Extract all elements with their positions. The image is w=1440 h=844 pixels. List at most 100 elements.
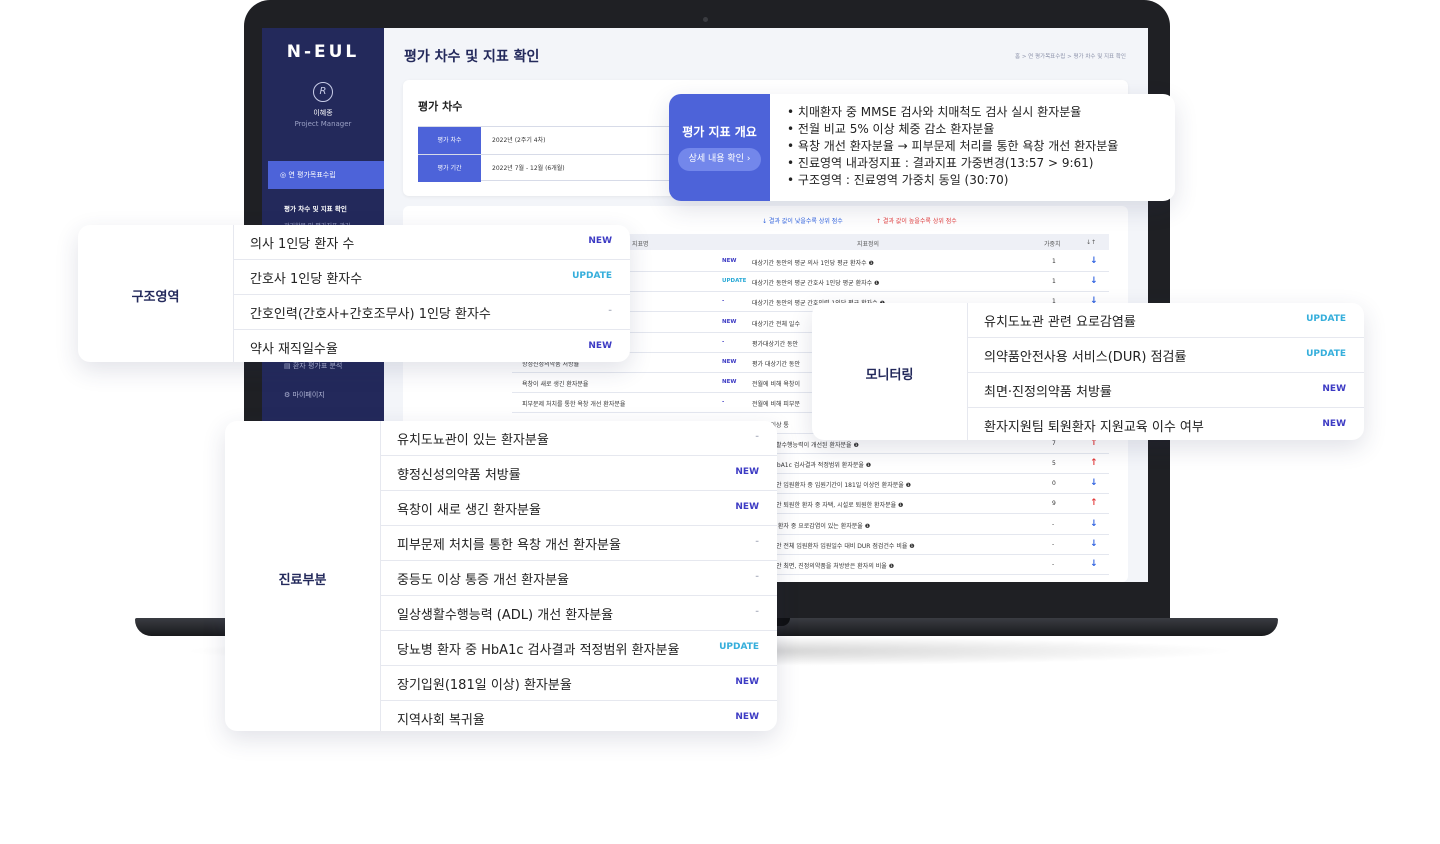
row-weight: 5 [1052, 460, 1056, 467]
monitoring-row[interactable]: 유치도뇨관 관련 요로감염률 UPDATE [968, 303, 1364, 338]
indicator-name: 당뇨병 환자 중 HbA1c 검사결과 적정범위 환자분율 [397, 643, 680, 658]
indicator-name: 최면·진정의약품 처방률 [984, 385, 1112, 400]
row-definition: 대상기간 동안의 평균 간호사 1인당 평균 환자수 ❶ [752, 280, 880, 288]
sidebar-item-label: 환자 평가표 분석 [292, 362, 343, 370]
overview-panel: 평가 지표 개요 상세 내용 확인 › [669, 94, 770, 201]
row-weight: 1 [1052, 278, 1056, 286]
sidebar-item-mypage[interactable]: ⚙ 마이페이지 [284, 390, 325, 400]
row-weight: 0 [1052, 480, 1056, 488]
monitoring-row[interactable]: 의약품안전사용 서비스(DUR) 점검률 UPDATE [968, 338, 1364, 373]
arrow-down-icon: ↓ [1090, 518, 1098, 529]
legend-high: ↑ 결과 값이 높을수록 상위 점수 [876, 218, 957, 225]
row-weight: - [1052, 540, 1055, 548]
detail-button[interactable]: 상세 내용 확인 › [678, 148, 761, 171]
indicator-name: 유치도뇨관 관련 요로감염률 [984, 315, 1136, 330]
row-weight: - [1052, 561, 1055, 568]
indicator-name: 일상생활수행능력 (ADL) 개선 환자분율 [397, 608, 614, 623]
status-badge: NEW [735, 467, 759, 477]
overview-popup: 평가 지표 개요 상세 내용 확인 › 치매환자 중 MMSE 검사와 치매척도… [669, 94, 1175, 201]
sidebar-item-analysis[interactable]: ▤ 환자 평가표 분석 [284, 361, 342, 371]
sidebar-sub-round[interactable]: 평가 차수 및 지표 확인 [284, 203, 347, 213]
arrow-down-icon: ↓ [1090, 256, 1098, 266]
row-weight: 9 [1052, 500, 1056, 508]
indicator-name: 간호사 1인당 환자수 [250, 272, 363, 287]
indicator-name: 유치도뇨관이 있는 환자분율 [397, 433, 549, 448]
round-row: 평가 차수 2022년 (2주기 4차) [418, 126, 670, 154]
row-badge: NEW [722, 318, 737, 325]
status-badge: - [755, 607, 759, 617]
indicator-name: 피부문제 처치를 통한 욕창 개선 환자분율 [397, 538, 621, 553]
row-badge: - [722, 399, 725, 406]
structure-row[interactable]: 간호인력(간호사+간호조무사) 1인당 환자수 - [234, 295, 630, 330]
structure-label: 구조영역 [78, 225, 234, 362]
row-definition: 대상기간 동안의 평균 의사 1인당 평균 환자수 ❶ [752, 260, 874, 267]
status-badge: NEW [735, 502, 759, 512]
arrow-down-icon: ↓ [1090, 276, 1098, 287]
indicator-name: 중등도 이상 통증 개선 환자분율 [397, 573, 570, 588]
indicator-name: 환자지원팀 퇴원환자 지원교육 이수 여부 [984, 420, 1204, 435]
row-definition: 평가대상기간 동안 [752, 340, 799, 348]
overview-list: 치매환자 중 MMSE 검사와 치매척도 검사 실시 환자분율 전월 비교 5%… [787, 104, 1118, 189]
breadcrumb[interactable]: 홈 > 연 평가목표수립 > 평가 차수 및 지표 확인 [1015, 52, 1126, 60]
status-badge: - [755, 537, 759, 547]
sidebar-item-annual-goal[interactable]: ◎ 연 평가목표수립 [268, 161, 384, 189]
sidebar-item-label: 연 평가목표수립 [288, 171, 336, 179]
row-weight: - [1052, 520, 1055, 528]
structure-row[interactable]: 간호사 1인당 환자수 UPDATE [234, 260, 630, 295]
clinical-row[interactable]: 피부문제 처치를 통한 욕창 개선 환자분율 - [381, 526, 777, 561]
status-badge: UPDATE [572, 271, 612, 281]
page-title: 평가 차수 및 지표 확인 [404, 49, 540, 65]
status-badge: UPDATE [1306, 314, 1346, 324]
row-name: 피부문제 처치를 통한 욕창 개선 환자분율 [522, 401, 626, 409]
status-badge: NEW [735, 677, 759, 687]
monitoring-row[interactable]: 환자지원팀 퇴원환자 지원교육 이수 여부 NEW [968, 408, 1364, 440]
clinical-row[interactable]: 장기입원(181일 이상) 환자분율 NEW [381, 666, 777, 701]
structure-popup: 구조영역 의사 1인당 환자 수 NEW 간호사 1인당 환자수 UPDATE 간호인력(… [78, 225, 630, 362]
clinical-label: 진료부분 [225, 421, 381, 731]
clinical-row[interactable]: 당뇨병 환자 중 HbA1c 검사결과 적정범위 환자분율 UPDATE [381, 631, 777, 666]
clinical-row[interactable]: 지역사회 복귀율 NEW [381, 701, 777, 731]
indicator-name: 향정신성의약품 처방률 [397, 468, 521, 483]
arrow-down-icon: ↓ [1090, 538, 1098, 549]
clinical-row[interactable]: 일상생활수행능력 (ADL) 개선 환자분율 - [381, 596, 777, 631]
structure-row[interactable]: 약사 재직일수율 NEW [234, 330, 630, 362]
overview-bullet: 욕창 개선 환자분율 → 피부문제 처리를 통한 욕창 개선 환자분율 [787, 138, 1118, 155]
status-badge: NEW [588, 341, 612, 351]
status-badge: - [755, 572, 759, 582]
logo: N-EUL [286, 42, 360, 62]
user-avatar-icon[interactable]: R [313, 82, 333, 102]
row-definition: 평가 대상기간 동안 [752, 361, 800, 368]
legend-low: ↓ 결과 값이 낮을수록 상위 점수 [762, 218, 843, 225]
row-badge: NEW [722, 359, 737, 365]
col-weight: 가중치 [1044, 241, 1061, 248]
monitoring-label: 모니터링 [812, 303, 968, 440]
overview-bullet: 치매환자 중 MMSE 검사와 치매척도 검사 실시 환자분율 [787, 104, 1118, 121]
round-value: 2022년 7월 - 12월 (6개월) [492, 165, 565, 172]
row-definition: 대상기간 전체 일수 [752, 320, 800, 328]
status-badge: NEW [1322, 384, 1346, 394]
clinical-row[interactable]: 향정신성의약품 처방률 NEW [381, 456, 777, 491]
arrow-down-icon: ↓ [1090, 478, 1098, 489]
clinical-row[interactable]: 유치도뇨관이 있는 환자분율 - [381, 421, 777, 456]
camera [703, 17, 708, 22]
status-badge: UPDATE [719, 642, 759, 652]
round-key: 평가 차수 [418, 127, 481, 154]
col-name: 지표명 [632, 241, 649, 248]
clinical-row[interactable]: 중등도 이상 통증 개선 환자분율 - [381, 561, 777, 596]
row-badge: UPDATE [722, 278, 747, 285]
indicator-name: 욕창이 새로 생긴 환자분율 [397, 503, 541, 518]
structure-row[interactable]: 의사 1인당 환자 수 NEW [234, 225, 630, 260]
indicator-name: 장기입원(181일 이상) 환자분율 [397, 678, 572, 693]
user-name: 이혜종 [313, 109, 333, 117]
round-title: 평가 차수 [418, 100, 463, 113]
clinical-row[interactable]: 욕창이 새로 생긴 환자분율 NEW [381, 491, 777, 526]
monitoring-row[interactable]: 최면·진정의약품 처방률 NEW [968, 373, 1364, 408]
overview-bullet: 진료영역 내과정지표 : 결과지표 가중변경(13:57 > 9:61) [787, 155, 1118, 172]
row-badge: NEW [722, 258, 737, 264]
status-badge: - [608, 306, 612, 316]
status-badge: NEW [735, 712, 759, 722]
status-badge: - [755, 432, 759, 442]
row-definition: 전월에 비해 욕창이 [752, 381, 800, 389]
row-definition: 전월에 비해 피부문 [752, 401, 800, 409]
indicator-name: 간호인력(간호사+간호조무사) 1인당 환자수 [250, 307, 491, 322]
